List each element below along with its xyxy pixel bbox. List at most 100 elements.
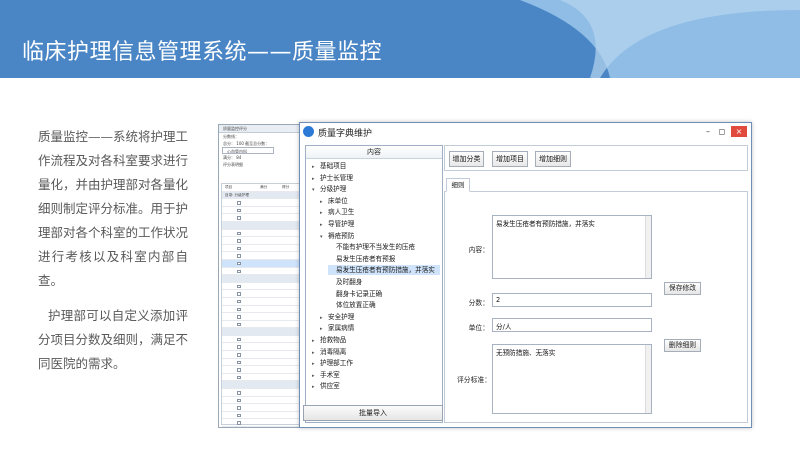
tree-node[interactable]: ▸ 基础项目 [312,161,346,171]
bg-grid-row[interactable] [222,230,301,238]
tree-node[interactable]: ▾ 分级护理 [312,184,346,194]
bg-grid-row[interactable] [222,252,301,260]
bg-grid-row[interactable] [222,275,301,283]
tree-node[interactable]: ▸ 供应室 [312,381,340,391]
bg-grid-row[interactable] [222,199,301,207]
bg-grid-row[interactable] [222,359,301,367]
bg-grid-row[interactable] [222,374,301,382]
checkbox-icon[interactable] [237,322,241,327]
maximize-button[interactable]: ◻ [716,126,728,137]
collapsed-arrow-icon[interactable]: ▸ [312,382,320,392]
bg-grid-row[interactable] [222,343,301,352]
checkbox-icon[interactable] [237,413,241,418]
tree-node[interactable]: ▾ 褥疮预防 [320,231,354,241]
bg-grid-row[interactable] [222,351,301,359]
checkbox-icon[interactable] [237,284,241,289]
collapsed-arrow-icon[interactable]: ▸ [320,313,328,323]
bg-grid-row[interactable] [222,381,301,390]
unit-input[interactable]: 分/人 [492,318,652,332]
checkbox-icon[interactable] [237,368,241,372]
tree-node[interactable]: 易发生压疮者有预防措施，并落实 [328,265,440,276]
collapsed-arrow-icon[interactable]: ▸ [312,162,320,172]
checkbox-icon[interactable] [237,375,241,380]
checkbox-icon[interactable] [237,315,241,319]
bg-score-grid[interactable]: 项目 满分 得分 目录: 分级护理 [221,183,302,427]
save-changes-button[interactable]: 保存修改 [664,282,701,295]
bg-grid-row[interactable] [222,313,301,321]
checkbox-icon[interactable] [237,421,241,425]
bg-grid-row[interactable] [222,221,301,230]
checkbox-icon[interactable] [237,239,241,243]
collapsed-arrow-icon[interactable]: ▸ [312,359,320,369]
add-detail-button[interactable]: 增加细则 [535,151,571,167]
tree-node[interactable]: 及时翻身 [328,277,362,287]
collapsed-arrow-icon[interactable]: ▸ [312,336,320,346]
bg-grid-row[interactable] [222,336,301,344]
tree-node[interactable]: 翻身卡记录正确 [328,289,382,299]
checkbox-icon[interactable] [237,216,241,220]
bg-grid-row[interactable] [222,397,301,405]
tree-node[interactable]: ▸ 病人卫生 [320,207,354,217]
checkbox-icon[interactable] [237,345,241,349]
tree-node[interactable]: 不能有护理不当发生的压疮 [328,242,415,252]
checkbox-icon[interactable] [237,201,241,205]
bg-grid-row[interactable] [222,321,301,329]
collapsed-arrow-icon[interactable]: ▸ [320,324,328,334]
checkbox-icon[interactable] [237,307,241,311]
bg-grid-row[interactable] [222,412,301,420]
bg-grid-row[interactable] [222,214,301,222]
checkbox-icon[interactable] [237,246,241,251]
tree-node[interactable]: ▸ 消毒隔离 [312,347,346,357]
collapsed-arrow-icon[interactable]: ▸ [320,220,328,230]
bg-grid-row[interactable] [222,328,301,336]
bg-grid-row[interactable] [222,283,301,291]
checkbox-icon[interactable] [237,261,241,266]
criteria-textarea[interactable]: 无预防措施、无落实 [492,344,652,414]
bg-grid-row[interactable] [222,290,301,298]
tree-node[interactable]: ▸ 导管护理 [320,219,354,229]
minimize-button[interactable]: – [702,126,714,137]
tree-node[interactable]: 易发生压疮者有预报 [328,254,395,264]
bg-grid-row[interactable] [222,366,301,374]
tree-node[interactable]: ▸ 抢救物品 [312,335,346,345]
bg-grid-row[interactable] [222,419,301,427]
bg-row[interactable]: 心血管内科 [222,147,274,154]
bg-grid-row[interactable] [222,268,301,276]
score-input[interactable]: 2 [492,293,652,307]
tree-node[interactable]: ▸ 家属病情 [320,323,354,333]
checkbox-icon[interactable] [237,269,241,274]
add-category-button[interactable]: 增加分类 [449,151,484,167]
add-item-button[interactable]: 增加项目 [492,151,528,167]
bg-grid-row[interactable] [222,245,301,253]
tree-node[interactable]: ▸ 床单位 [320,196,348,206]
checkbox-icon[interactable] [237,299,241,304]
checkbox-icon[interactable] [237,292,241,296]
checkbox-icon[interactable] [237,208,241,213]
bg-grid-row[interactable] [222,389,301,397]
tree-node[interactable]: 体位放置正确 [328,300,376,310]
collapsed-arrow-icon[interactable]: ▸ [312,174,320,184]
content-scrollbar[interactable] [645,216,651,278]
bg-grid-row[interactable] [222,404,301,412]
expanded-arrow-icon[interactable]: ▾ [320,232,328,242]
bg-grid-row[interactable] [222,237,301,245]
content-tree[interactable]: ▸ 基础项目 ▸ 护士长管理 ▾ 分级护理 ▸ 床单位 ▸ 病人卫生 ▸ 导管护理 ▾ 褥疮预防 不能有护理… [306,159,442,409]
batch-import-button[interactable]: 批量导入 [303,405,443,421]
content-textarea[interactable]: 易发生压疮者有预防措施，并落实 [492,215,652,279]
tree-node[interactable]: ▸ 护理部工作 [312,358,353,368]
checkbox-icon[interactable] [237,254,241,258]
checkbox-icon[interactable] [237,337,241,342]
checkbox-icon[interactable] [237,231,241,236]
delete-detail-button[interactable]: 删除细则 [664,339,701,352]
checkbox-icon[interactable] [237,360,241,365]
bg-grid-row[interactable] [222,298,301,306]
collapsed-arrow-icon[interactable]: ▸ [320,208,328,218]
collapsed-arrow-icon[interactable]: ▸ [312,348,320,358]
tab-detail[interactable]: 细则 [446,178,470,192]
tree-node[interactable]: ▸ 护士长管理 [312,173,353,183]
checkbox-icon[interactable] [237,353,241,357]
tree-node[interactable]: ▸ 手术室 [312,370,340,380]
checkbox-icon[interactable] [237,406,241,410]
checkbox-icon[interactable] [237,391,241,395]
collapsed-arrow-icon[interactable]: ▸ [320,197,328,207]
